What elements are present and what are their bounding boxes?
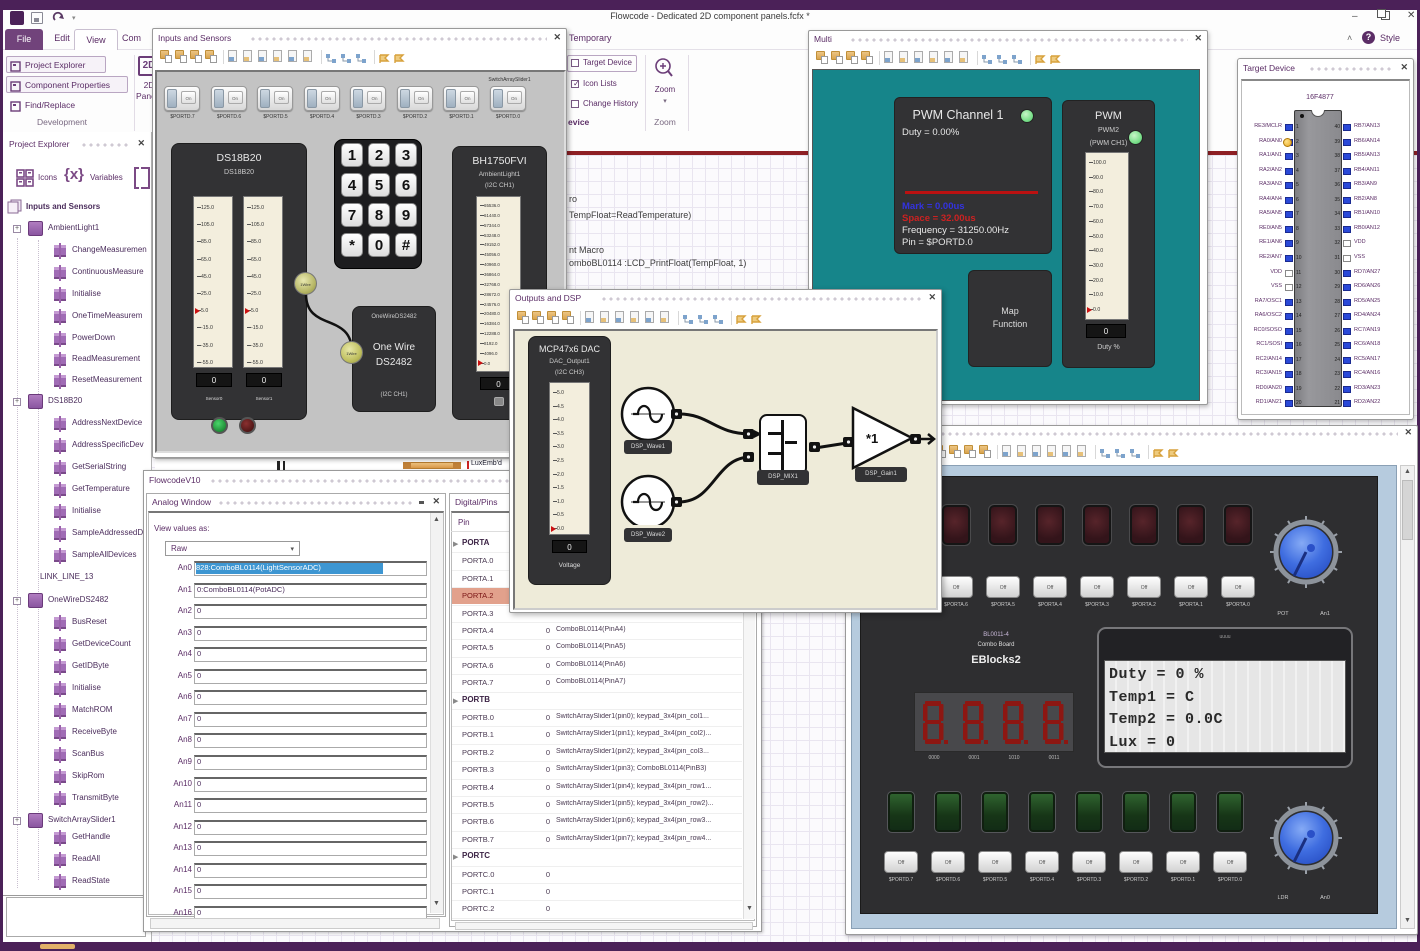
svg-text:*1: *1	[866, 431, 878, 446]
